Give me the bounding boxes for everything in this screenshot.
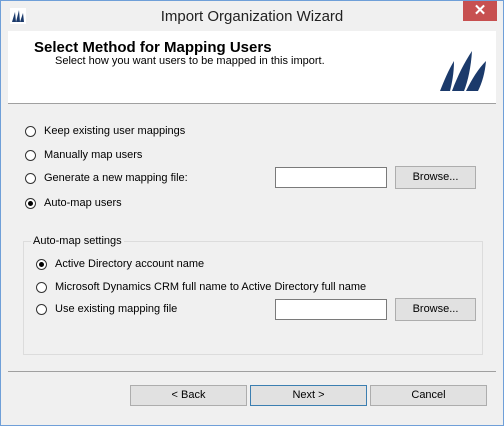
radio-manual-map[interactable] <box>25 149 36 161</box>
wizard-header: Select Method for Mapping Users Select h… <box>8 31 496 103</box>
close-button[interactable]: ✕ <box>463 1 497 21</box>
footer-divider <box>8 371 496 372</box>
radio-generate-file[interactable] <box>25 172 36 184</box>
option-keep-mappings-label: Keep existing user mappings <box>44 125 186 137</box>
radio-keep-mappings[interactable] <box>25 125 36 137</box>
window-title: Import Organization Wizard <box>160 8 344 25</box>
back-button[interactable]: < Back <box>130 385 247 406</box>
radio-automap[interactable] <box>25 197 36 209</box>
page-subtitle: Select how you want users to be mapped i… <box>55 55 325 67</box>
generate-file-path-input[interactable] <box>275 167 387 188</box>
option-generate-file-label: Generate a new mapping file: <box>44 172 188 184</box>
option-ad-account[interactable]: Active Directory account name <box>36 256 204 272</box>
radio-ad-account[interactable] <box>36 258 47 270</box>
radio-crm-fullname[interactable] <box>36 281 47 293</box>
existing-browse-button[interactable]: Browse... <box>395 298 476 321</box>
option-automap-label: Auto-map users <box>44 197 122 209</box>
title-bar: Import Organization Wizard ✕ <box>1 1 503 31</box>
option-use-existing[interactable]: Use existing mapping file <box>36 301 177 317</box>
generate-browse-button[interactable]: Browse... <box>395 166 476 189</box>
next-button[interactable]: Next > <box>250 385 367 406</box>
option-use-existing-label: Use existing mapping file <box>55 303 178 315</box>
header-divider <box>8 103 496 104</box>
option-keep-mappings[interactable]: Keep existing user mappings <box>25 123 185 139</box>
option-crm-fullname-label: Microsoft Dynamics CRM full name to Acti… <box>55 281 367 293</box>
cancel-button[interactable]: Cancel <box>370 385 487 406</box>
option-manual-map[interactable]: Manually map users <box>25 147 142 163</box>
option-generate-file[interactable]: Generate a new mapping file: <box>25 170 188 186</box>
existing-file-path-input[interactable] <box>275 299 387 320</box>
automap-settings-label: Auto-map settings <box>31 235 124 247</box>
option-ad-account-label: Active Directory account name <box>55 258 205 270</box>
radio-use-existing[interactable] <box>36 303 47 315</box>
option-manual-map-label: Manually map users <box>44 149 143 161</box>
page-title: Select Method for Mapping Users <box>34 39 272 56</box>
option-crm-fullname[interactable]: Microsoft Dynamics CRM full name to Acti… <box>36 279 366 295</box>
option-automap[interactable]: Auto-map users <box>25 195 122 211</box>
dynamics-logo-icon <box>440 51 486 91</box>
wizard-window: Import Organization Wizard ✕ Select Meth… <box>0 0 504 426</box>
